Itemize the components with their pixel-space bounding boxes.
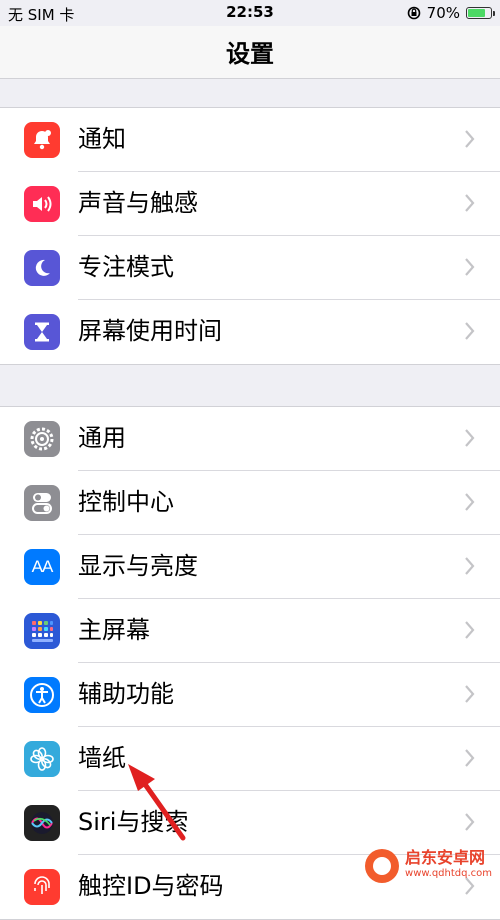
settings-row-control-center[interactable]: 控制中心 [0,471,500,535]
settings-row-label: 控制中心 [78,488,174,516]
status-bar: 无 SIM 卡 22:53 70% [0,0,500,26]
chevron-right-icon [465,194,475,212]
settings-row-sounds[interactable]: 声音与触感 [0,172,500,236]
siri-icon [24,805,60,841]
settings-row-label: 屏幕使用时间 [78,317,222,345]
chevron-right-icon [465,130,475,148]
settings-row-home-screen[interactable]: 主屏幕 [0,599,500,663]
watermark-logo [365,849,400,883]
settings-group-2: 通用 控制中心 AA 显示与亮度 主屏幕 辅助功能 墙纸 Siri与搜索 触控I… [0,406,500,920]
settings-row-label: 墙纸 [78,744,126,772]
chevron-right-icon [465,749,475,767]
bell-icon [24,122,60,158]
settings-row-accessibility[interactable]: 辅助功能 [0,663,500,727]
chevron-right-icon [465,493,475,511]
settings-row-label: Siri与搜索 [78,808,189,836]
text-size-icon: AA [24,549,60,585]
moon-icon [24,250,60,286]
settings-row-label: 通知 [78,125,126,153]
accessibility-icon [24,677,60,713]
flower-icon [24,741,60,777]
battery-icon [466,7,495,19]
settings-row-label: 声音与触感 [78,189,198,217]
settings-row-label: 辅助功能 [78,680,174,708]
watermark: 启东安卓网 www.qdhtdq.com [365,849,492,883]
chevron-right-icon [465,557,475,575]
speaker-icon [24,186,60,222]
home-grid-icon [24,613,60,649]
settings-row-label: 通用 [78,424,126,452]
rotation-lock-icon [407,6,420,20]
settings-row-label: 专注模式 [78,253,174,281]
settings-row-general[interactable]: 通用 [0,407,500,471]
watermark-text: 启东安卓网 www.qdhtdq.com [405,850,492,882]
settings-row-display[interactable]: AA 显示与亮度 [0,535,500,599]
fingerprint-icon [24,869,60,905]
settings-row-wallpaper[interactable]: 墙纸 [0,727,500,791]
hourglass-icon [24,314,60,350]
battery-percent: 70% [426,4,460,22]
chevron-right-icon [465,429,475,447]
navigation-bar: 设置 [0,26,500,79]
settings-row-label: 显示与亮度 [78,552,198,580]
settings-row-label: 主屏幕 [78,616,150,644]
settings-row-screen-time[interactable]: 屏幕使用时间 [0,300,500,364]
settings-row-siri[interactable]: Siri与搜索 [0,791,500,855]
chevron-right-icon [465,813,475,831]
status-right: 70% [407,4,495,22]
gear-icon [24,421,60,457]
settings-row-focus[interactable]: 专注模式 [0,236,500,300]
watermark-name: 启东安卓网 [405,848,486,867]
text-size-glyph: AA [31,557,54,576]
toggles-icon [24,485,60,521]
chevron-right-icon [465,621,475,639]
settings-row-notifications[interactable]: 通知 [0,108,500,172]
chevron-right-icon [465,685,475,703]
settings-group-1: 通知 声音与触感 专注模式 屏幕使用时间 [0,107,500,365]
settings-row-label: 触控ID与密码 [78,872,224,900]
page-title: 设置 [226,40,274,68]
watermark-url: www.qdhtdq.com [405,868,492,879]
chevron-right-icon [465,322,475,340]
battery-fill [468,9,485,17]
chevron-right-icon [465,258,475,276]
